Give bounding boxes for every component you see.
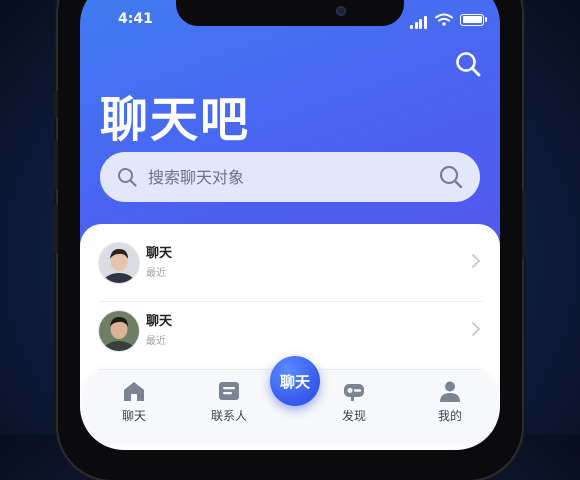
avatar [98,242,140,284]
chevron-right-icon [472,254,481,268]
chevron-right-icon [472,322,481,336]
app-screen: 4:41 聊天吧 搜索聊天对象 聊天 最近 聊天 最近 聊天 联系人 聊天 发现… [80,0,500,450]
tab-label: 发现 [341,409,366,423]
contacts-icon [219,382,239,400]
status-icons [410,10,487,29]
chat-center-button[interactable]: 聊天 [270,356,320,406]
tab-label: 我的 [437,409,462,423]
home-icon [124,382,144,401]
tab-discover[interactable]: 发现 [324,378,384,424]
search-bar[interactable] [100,152,480,202]
phone-power-button [522,190,526,260]
chat-last-message: 最近 [146,268,166,279]
tab-profile[interactable]: 我的 [420,378,480,424]
battery-icon [460,13,487,26]
phone-side-button [54,90,58,118]
chat-name: 聊天 [146,246,173,261]
status-time: 4:41 [118,11,153,27]
tab-bar: 聊天 联系人 聊天 发现 我的 [84,356,496,444]
chat-list-item[interactable]: 聊天 最近 [98,234,482,300]
search-submit-icon[interactable] [438,164,464,190]
front-camera [336,6,346,16]
search-icon[interactable] [454,50,482,78]
tab-label: 联系人 [210,409,247,423]
avatar [98,310,140,352]
tab-label: 聊天 [121,409,146,423]
profile-icon [440,381,460,402]
search-input[interactable] [146,166,430,188]
notch [176,0,404,26]
wifi-icon [435,13,453,26]
phone-volume-up [54,140,58,190]
tab-contacts[interactable]: 联系人 [199,378,259,424]
tab-chats[interactable]: 聊天 [104,378,164,424]
page-title: 聊天吧 [100,92,251,148]
chat-name: 聊天 [146,314,173,329]
chat-last-message: 最近 [146,336,166,347]
signal-icon [410,10,428,29]
phone-volume-down [54,204,58,254]
search-icon [118,168,137,187]
discover-icon [344,384,364,401]
